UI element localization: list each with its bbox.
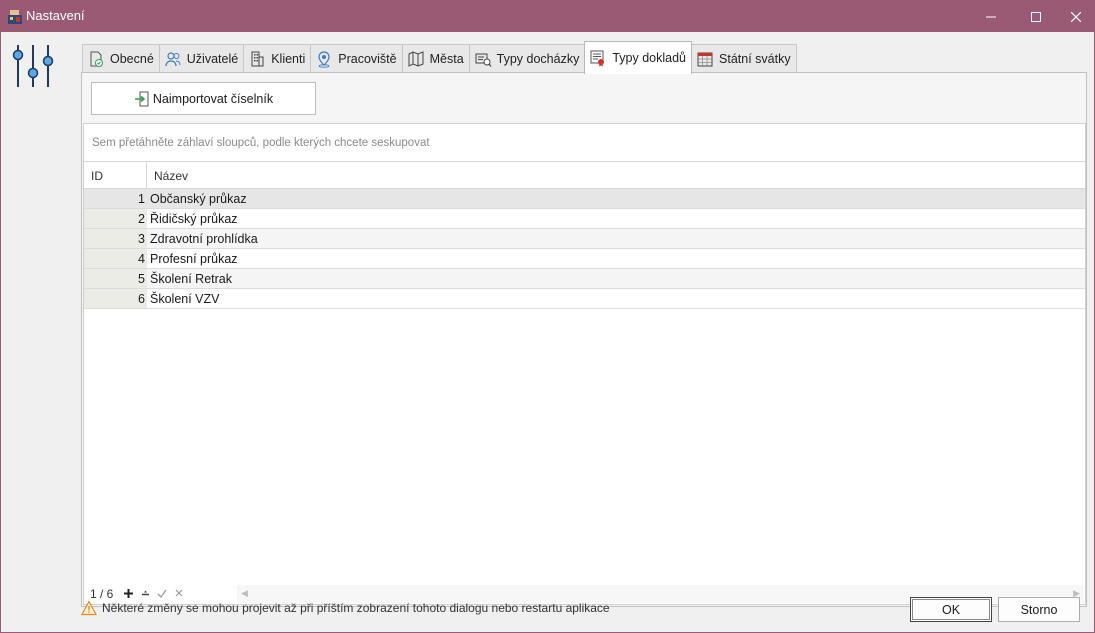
cell-id: 3 xyxy=(84,229,147,248)
scroll-left-icon[interactable]: ◀ xyxy=(241,588,248,599)
tab-panel-typy-dokladu: Naimportovat číselník Sem přetáhněte záh… xyxy=(81,72,1087,607)
tab-mesta[interactable]: Města xyxy=(401,44,470,73)
cancel-button[interactable]: Storno xyxy=(998,597,1080,622)
grid-rows: 1 Občanský průkaz 2 Řidičský průkaz 3 Zd… xyxy=(84,189,1085,309)
tab-klienti[interactable]: Klienti xyxy=(243,44,312,73)
tab-statni-svatky[interactable]: Státní svátky xyxy=(691,44,797,73)
cell-id: 1 xyxy=(84,189,147,208)
import-button-label: Naimportovat číselník xyxy=(152,91,274,106)
tab-strip: Obecné Uživatelé Klienti Pracoviště Měst… xyxy=(82,41,797,74)
tab-label: Státní svátky xyxy=(719,52,791,66)
settings-window: Nastavení Obecné Uživatelé Klienti Praco… xyxy=(0,0,1095,633)
location-pin-icon xyxy=(318,51,330,68)
cell-name: Řidičský průkaz xyxy=(150,212,238,226)
cell-name: Profesní průkaz xyxy=(150,252,238,266)
tab-label: Města xyxy=(429,52,464,66)
add-record-button[interactable] xyxy=(122,586,134,600)
table-row[interactable]: 1 Občanský průkaz xyxy=(84,189,1085,209)
ok-button[interactable]: OK xyxy=(910,597,992,622)
cell-name: Zdravotní prohlídka xyxy=(147,229,1085,248)
tab-label: Klienti xyxy=(271,52,306,66)
tab-label: Obecné xyxy=(110,52,154,66)
tab-label: Typy dokladů xyxy=(612,51,687,65)
cell-name: Občanský průkaz xyxy=(147,189,1085,208)
map-icon xyxy=(408,51,424,67)
app-icon xyxy=(8,10,22,24)
navigator-buttons xyxy=(122,586,185,600)
cell-id: 5 xyxy=(84,269,147,288)
sliders-icon xyxy=(12,45,54,87)
group-by-hint: Sem přetáhněte záhlaví sloupců, podle kt… xyxy=(92,137,430,149)
tab-label: Uživatelé xyxy=(186,52,239,66)
cell-id: 2 xyxy=(84,209,147,228)
restart-warning: Některé změny se mohou projevit až při p… xyxy=(81,600,610,616)
title-bar[interactable]: Nastavení xyxy=(1,1,1094,32)
cell-id: 4 xyxy=(84,249,147,268)
minimize-icon xyxy=(986,16,996,17)
building-icon xyxy=(251,51,264,67)
delete-record-button[interactable] xyxy=(139,586,151,600)
users-icon xyxy=(165,52,181,67)
table-row[interactable]: 2 Řidičský průkaz xyxy=(84,209,1085,229)
confirm-record-button[interactable] xyxy=(156,586,168,600)
calendar-icon xyxy=(697,52,713,67)
cell-name: Školení Retrak xyxy=(147,269,1085,288)
document-check-icon xyxy=(90,51,103,67)
record-counter: 1 / 6 xyxy=(90,587,114,601)
table-row[interactable]: 3 Zdravotní prohlídka xyxy=(84,229,1085,249)
tab-pracoviste[interactable]: Pracoviště xyxy=(310,44,403,73)
column-header-id[interactable]: ID xyxy=(84,162,147,188)
minus-icon xyxy=(141,590,149,595)
id-card-icon xyxy=(590,50,605,67)
tab-typy-dokladu[interactable]: Typy dokladů xyxy=(584,41,693,74)
document-types-grid: Sem přetáhněte záhlaví sloupců, podle kt… xyxy=(83,123,1086,605)
plus-icon xyxy=(123,588,133,598)
table-row[interactable]: 5 Školení Retrak xyxy=(84,269,1085,289)
close-icon xyxy=(1071,11,1081,22)
tab-obecne[interactable]: Obecné xyxy=(82,44,160,73)
grid-header: ID Název xyxy=(84,162,1085,189)
warning-icon xyxy=(81,600,97,616)
attendance-icon xyxy=(475,53,492,67)
dialog-content: Obecné Uživatelé Klienti Pracoviště Měst… xyxy=(1,32,1094,632)
warning-text: Některé změny se mohou projevit až při p… xyxy=(102,601,610,615)
table-row[interactable]: 4 Profesní průkaz xyxy=(84,249,1085,269)
group-by-panel[interactable]: Sem přetáhněte záhlaví sloupců, podle kt… xyxy=(84,124,1085,162)
maximize-icon xyxy=(1031,11,1041,22)
tab-uzivatele[interactable]: Uživatelé xyxy=(158,44,245,73)
cancel-record-button[interactable] xyxy=(173,586,185,600)
x-icon xyxy=(175,589,183,597)
tab-label: Typy docházky xyxy=(496,52,580,66)
tab-label: Pracoviště xyxy=(338,52,397,66)
table-row[interactable]: 6 Školení VZV xyxy=(84,289,1085,309)
cell-id: 6 xyxy=(84,289,147,308)
minimize-button[interactable] xyxy=(968,1,1014,32)
close-button[interactable] xyxy=(1053,1,1095,32)
cell-name: Školení VZV xyxy=(150,292,220,306)
tab-typy-dochazky[interactable]: Typy docházky xyxy=(468,44,586,73)
window-title: Nastavení xyxy=(26,8,85,23)
column-header-name[interactable]: Název xyxy=(147,162,1085,188)
check-icon xyxy=(157,589,167,598)
import-icon xyxy=(134,91,149,106)
import-codelist-button[interactable]: Naimportovat číselník xyxy=(91,82,316,115)
